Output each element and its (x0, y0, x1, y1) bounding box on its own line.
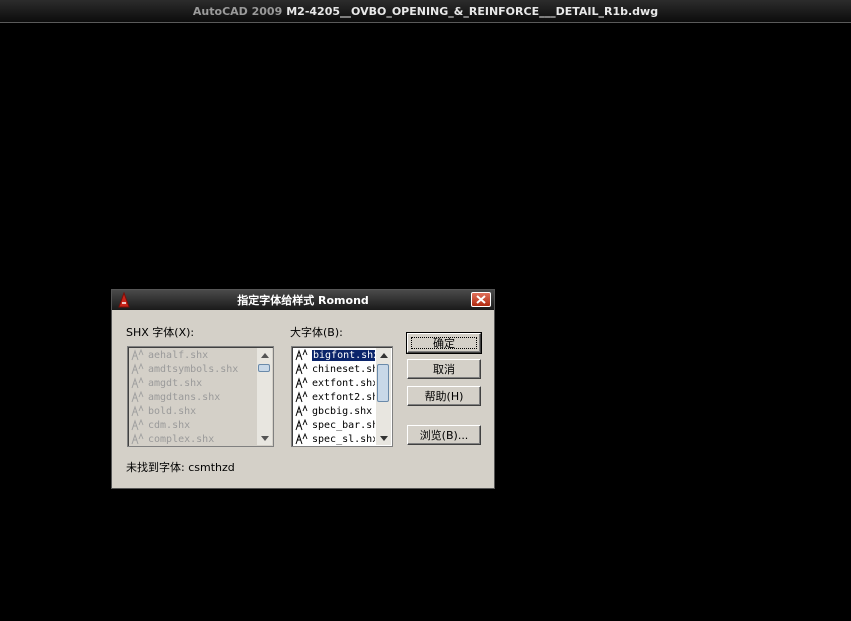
font-list-item: amgdt.shx (129, 376, 256, 390)
font-name: extfont2.shx (312, 391, 375, 403)
font-list-item: bold.shx (129, 404, 256, 418)
app-name: AutoCAD 2009 (192, 4, 283, 18)
font-name: extfont.shx (312, 377, 375, 389)
font-name: gbcbig.shx (312, 405, 373, 417)
scroll-up-arrow[interactable] (257, 348, 272, 362)
specify-font-dialog: 指定字体给样式 Romond SHX 字体(X): aehalf.shx amdt… (111, 289, 495, 489)
chevron-down-icon (260, 435, 269, 441)
shx-font-icon (131, 363, 144, 375)
big-font-list[interactable]: bigfont.shx chineset.shx extfont.shx extfon… (291, 346, 393, 447)
font-name: spec_sl.shx (312, 433, 375, 445)
chevron-down-icon (379, 435, 388, 441)
font-name: bigfont.shx (312, 349, 375, 361)
close-icon (476, 295, 486, 304)
scroll-down-arrow[interactable] (376, 431, 391, 445)
shx-font-icon (131, 419, 144, 431)
shx-font-icon (131, 349, 144, 361)
shx-font-icon (295, 349, 308, 361)
scroll-down-arrow[interactable] (257, 431, 272, 445)
font-list-item[interactable]: spec_bar.shx (293, 418, 375, 432)
shx-font-icon (295, 391, 308, 403)
dialog-title: 指定字体给样式 Romond (237, 294, 369, 307)
missing-font-message: 未找到字体: csmthzd (126, 461, 235, 474)
scroll-thumb[interactable] (377, 364, 389, 402)
font-name: chineset.shx (312, 363, 375, 375)
shx-font-icon (131, 377, 144, 389)
app-title-bar: AutoCAD 2009 M2-4205__OVBO_OPENING_&_REI… (0, 0, 851, 23)
font-list-item: cdm.shx (129, 418, 256, 432)
cancel-button[interactable]: 取消 (407, 359, 481, 379)
shx-font-list[interactable]: aehalf.shx amdtsymbols.shx amgdt.shx amgdta… (127, 346, 274, 447)
close-button[interactable] (471, 292, 491, 307)
shx-font-icon (295, 363, 308, 375)
big-list-scrollbar[interactable] (376, 348, 391, 445)
chevron-up-icon (260, 352, 269, 358)
browse-button[interactable]: 浏览(B)... (407, 425, 481, 445)
scroll-thumb[interactable] (258, 364, 270, 372)
big-font-label: 大字体(B): (290, 326, 343, 339)
shx-list-scrollbar[interactable] (257, 348, 272, 445)
font-name: bold.shx (148, 405, 197, 417)
font-list-item[interactable]: spec_sl.shx (293, 432, 375, 446)
drawing-filename: M2-4205__OVBO_OPENING_&_REINFORCE___DETA… (286, 4, 659, 18)
font-list-item[interactable]: bigfont.shx (293, 348, 375, 362)
font-name: aehalf.shx (148, 349, 209, 361)
scroll-up-arrow[interactable] (376, 348, 391, 362)
font-list-item: amgdtans.shx (129, 390, 256, 404)
font-list-item[interactable]: extfont.shx (293, 376, 375, 390)
ok-button[interactable]: 确定 (406, 332, 482, 354)
font-list-item: complex.shx (129, 432, 256, 446)
autocad-app-icon (118, 292, 130, 308)
shx-font-icon (295, 419, 308, 431)
font-name: spec_bar.shx (312, 419, 375, 431)
chevron-up-icon (379, 352, 388, 358)
font-list-item: amdtsymbols.shx (129, 362, 256, 376)
help-button[interactable]: 帮助(H) (407, 386, 481, 406)
font-name: cdm.shx (148, 419, 191, 431)
font-list-item: aehalf.shx (129, 348, 256, 362)
dialog-title-bar[interactable]: 指定字体给样式 Romond (112, 290, 494, 310)
font-name: amgdtans.shx (148, 391, 221, 403)
font-name: amgdt.shx (148, 377, 203, 389)
font-list-item[interactable]: gbcbig.shx (293, 404, 375, 418)
shx-font-icon (295, 377, 308, 389)
shx-font-label: SHX 字体(X): (126, 326, 195, 339)
shx-font-icon (295, 433, 308, 445)
font-name: complex.shx (148, 433, 215, 445)
font-name: amdtsymbols.shx (148, 363, 239, 375)
shx-font-icon (295, 405, 308, 417)
shx-font-icon (131, 433, 144, 445)
font-list-item[interactable]: extfont2.shx (293, 390, 375, 404)
font-list-item[interactable]: chineset.shx (293, 362, 375, 376)
shx-font-icon (131, 391, 144, 403)
shx-font-icon (131, 405, 144, 417)
